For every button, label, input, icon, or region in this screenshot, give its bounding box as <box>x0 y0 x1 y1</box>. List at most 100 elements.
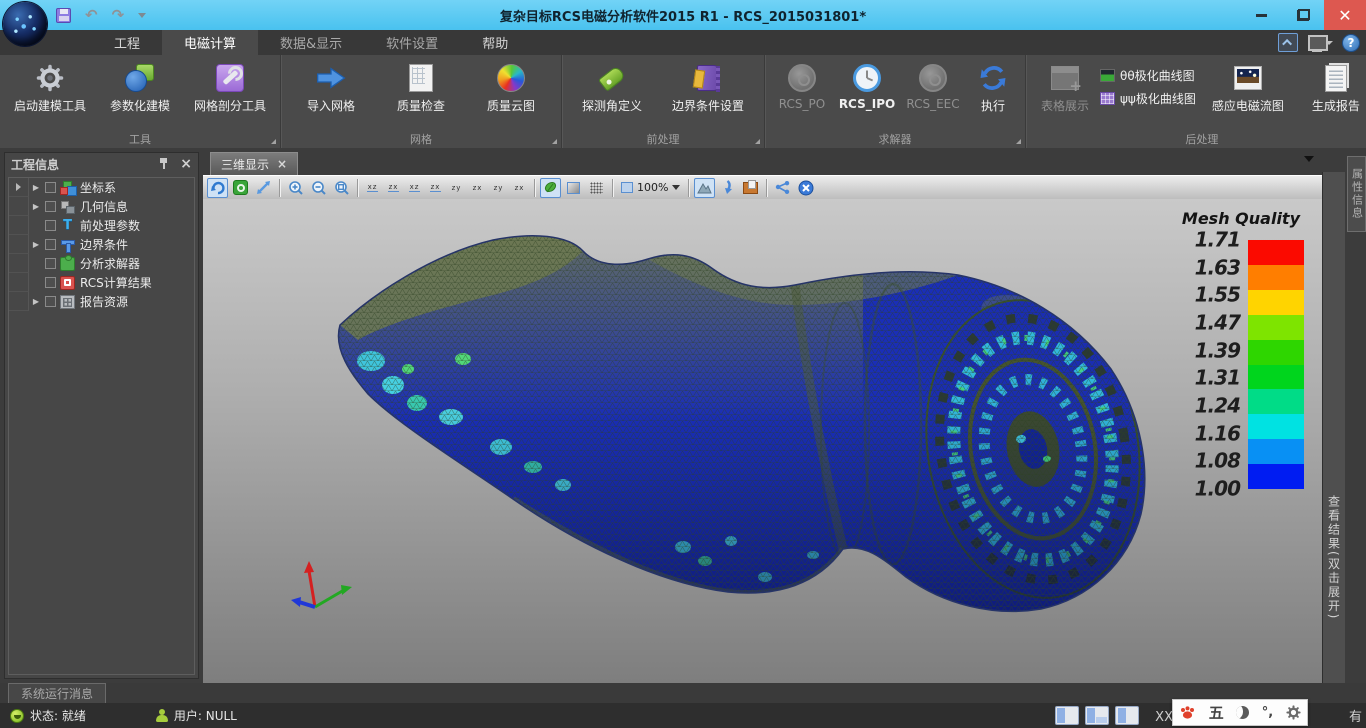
tab-3d-display[interactable]: 三维显示 × <box>210 152 298 175</box>
mesh-quality-legend: Mesh Quality 1.711.631.551.471.391.311.2… <box>1164 209 1304 496</box>
mesh-partition-tool-button[interactable]: 网格剖分工具 <box>186 59 274 114</box>
checkbox[interactable] <box>45 220 56 231</box>
solver-rcs-ipo-button[interactable]: RCS_IPO <box>835 59 899 111</box>
share-view-button[interactable] <box>772 178 793 198</box>
tree-item-geometry-info[interactable]: ▶ 几何信息 <box>9 197 194 216</box>
tab-project[interactable]: 工程 <box>92 30 162 55</box>
flat-shading-button[interactable] <box>563 178 584 198</box>
tab-data-display[interactable]: 数据&显示 <box>258 30 364 55</box>
zoom-fit-button[interactable] <box>331 178 352 198</box>
tree-item-boundary-conditions[interactable]: ▶ 边界条件 <box>9 235 194 254</box>
tree-item-report-resources[interactable]: ▶ 报告资源 <box>9 292 194 311</box>
orbit-view-button[interactable] <box>230 178 251 198</box>
execute-button[interactable]: 执行 <box>967 59 1019 114</box>
row-marker-icon <box>16 183 21 191</box>
clock-icon <box>851 62 883 94</box>
ribbon-group-mesh: 导入网格 质量检查 质量云图 网格 <box>281 55 562 148</box>
group-expand-icon[interactable] <box>755 139 760 144</box>
expander-icon[interactable]: ▶ <box>29 297 43 306</box>
close-button[interactable]: ✕ <box>1324 0 1366 30</box>
smooth-shading-button[interactable] <box>540 178 561 198</box>
zoom-level-select[interactable]: 100% <box>618 178 683 198</box>
ime-punctuation-button[interactable]: °, <box>1262 705 1273 720</box>
view-orientation-button[interactable]: zy <box>447 178 466 197</box>
legend-value: 1.47 <box>1195 311 1240 335</box>
expander-icon[interactable]: ▶ <box>29 183 43 192</box>
expander-icon[interactable]: ▶ <box>29 240 43 249</box>
display-style-button[interactable] <box>1307 34 1333 52</box>
points-display-button[interactable] <box>586 178 607 198</box>
save-view-button[interactable] <box>717 178 738 198</box>
legend-color-band <box>1248 439 1304 464</box>
checkbox[interactable] <box>45 277 56 288</box>
close-view-button[interactable] <box>795 178 816 198</box>
layout-left-panel-button[interactable] <box>1055 706 1079 725</box>
scene-manager-button[interactable] <box>740 178 761 198</box>
view-orientation-button[interactable]: zx <box>510 178 529 197</box>
group-expand-icon[interactable] <box>552 139 557 144</box>
theta-polarization-curve-button[interactable]: θθ极化曲线图 <box>1100 67 1196 84</box>
mesh-model <box>203 199 1322 683</box>
quality-check-button[interactable]: 质量检查 <box>377 59 465 114</box>
layout-bottom-panel-button[interactable] <box>1085 706 1109 725</box>
minimize-button[interactable] <box>1240 0 1282 30</box>
tab-software-settings[interactable]: 软件设置 <box>364 30 460 55</box>
detect-angle-define-button[interactable]: 探测角定义 <box>568 59 656 114</box>
view-orientation-button[interactable]: zx <box>384 178 403 197</box>
launch-modeling-tool-button[interactable]: 启动建模工具 <box>6 59 94 114</box>
tab-help[interactable]: 帮助 <box>460 30 530 55</box>
title-bar: ↶ ↷ 复杂目标RCS电磁分析软件2015 R1 - RCS_201503180… <box>0 0 1366 30</box>
layout-right-panel-button[interactable] <box>1115 706 1139 725</box>
legend-title: Mesh Quality <box>1164 209 1304 228</box>
tab-list-dropdown-icon[interactable] <box>1304 156 1314 162</box>
boundary-condition-button[interactable]: 边界条件设置 <box>658 59 758 114</box>
tab-em-computation[interactable]: 电磁计算 <box>162 30 258 55</box>
zoom-out-button[interactable] <box>308 178 329 198</box>
checkbox[interactable] <box>45 201 56 212</box>
restore-button[interactable] <box>1282 0 1324 30</box>
ime-halfwidth-icon[interactable] <box>1236 706 1249 719</box>
tree-item-preprocess-params[interactable]: T 前处理参数 <box>9 216 194 235</box>
company-text-end: 有 <box>1349 706 1362 725</box>
property-info-tab[interactable]: 属性信息 <box>1347 156 1366 232</box>
clip-plane-button[interactable] <box>694 178 715 198</box>
parametric-modeling-button[interactable]: 参数化建模 <box>96 59 184 114</box>
zoom-in-button[interactable] <box>285 178 306 198</box>
checkbox[interactable] <box>45 258 56 269</box>
view-orientation-button[interactable]: zy <box>489 178 508 197</box>
group-expand-icon[interactable] <box>1016 139 1021 144</box>
checkbox[interactable] <box>45 296 56 307</box>
view-orientation-button[interactable]: xz <box>405 178 424 197</box>
ime-settings-gear-icon[interactable] <box>1286 705 1301 720</box>
view-orientation-button[interactable]: zx <box>468 178 487 197</box>
collapse-ribbon-button[interactable] <box>1278 33 1298 52</box>
pan-view-button[interactable] <box>253 178 274 198</box>
results-strip[interactable]: 查看结果(双击展开) <box>1322 172 1345 683</box>
quality-contour-button[interactable]: 质量云图 <box>467 59 555 114</box>
terrain-icon <box>697 181 712 194</box>
checkbox[interactable] <box>45 182 56 193</box>
view-orientation-button[interactable]: xz <box>363 178 382 197</box>
orbit-icon <box>233 180 248 195</box>
rotate-view-button[interactable] <box>207 178 228 198</box>
group-expand-icon[interactable] <box>271 139 276 144</box>
close-panel-icon[interactable]: × <box>180 158 192 170</box>
tree-item-rcs-results[interactable]: RCS计算结果 <box>9 273 194 292</box>
tree-item-coordinate-system[interactable]: ▶ 坐标系 <box>9 178 194 197</box>
legend-labels: 1.711.631.551.471.391.311.241.161.081.00 <box>1170 240 1240 489</box>
expander-icon[interactable]: ▶ <box>29 202 43 211</box>
help-button[interactable]: ? <box>1342 34 1360 52</box>
import-mesh-button[interactable]: 导入网格 <box>287 59 375 114</box>
checkbox[interactable] <box>45 239 56 250</box>
induced-current-map-button[interactable]: 感应电磁流图 <box>1198 59 1298 114</box>
generate-report-button[interactable]: 生成报告 <box>1300 59 1366 114</box>
ime-mode-button[interactable]: 五 <box>1209 702 1224 723</box>
view-orientation-button[interactable]: zx <box>426 178 445 197</box>
system-message-tab[interactable]: 系统运行消息 <box>8 683 106 703</box>
3d-canvas[interactable]: Mesh Quality 1.711.631.551.471.391.311.2… <box>203 199 1322 683</box>
pin-icon[interactable] <box>159 158 168 170</box>
close-tab-icon[interactable]: × <box>277 157 287 171</box>
psi-polarization-curve-button[interactable]: ψψ极化曲线图 <box>1100 90 1196 107</box>
ime-brand-paw-icon[interactable] <box>1179 705 1196 720</box>
tree-item-solver[interactable]: 分析求解器 <box>9 254 194 273</box>
